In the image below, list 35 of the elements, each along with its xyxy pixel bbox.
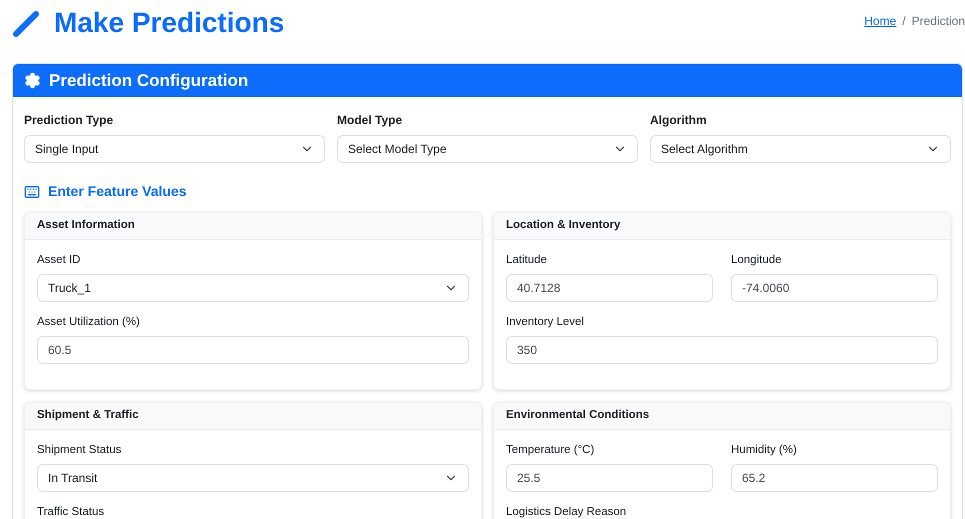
home-link[interactable]: Home bbox=[864, 12, 896, 30]
card-title: Location & Inventory bbox=[506, 218, 620, 234]
page-title: Make Predictions bbox=[54, 6, 284, 40]
input-field[interactable]: 65.2 bbox=[731, 464, 938, 492]
dropdown[interactable]: Select Algorithm bbox=[650, 135, 951, 163]
field-label: Longitude bbox=[731, 253, 783, 268]
field-label: Prediction Type bbox=[24, 112, 114, 129]
field-label: Shipment Status bbox=[37, 443, 122, 458]
field-label: Latitude bbox=[506, 253, 548, 268]
input-field[interactable]: 25.5 bbox=[506, 464, 713, 492]
field-label: Temperature (°C) bbox=[506, 443, 596, 458]
field-label: Model Type bbox=[337, 112, 404, 129]
input-field[interactable]: 350 bbox=[506, 336, 938, 364]
input-field[interactable]: -74.0060 bbox=[731, 274, 938, 302]
field-label: Algorithm bbox=[650, 112, 708, 129]
dropdown[interactable]: In Transit bbox=[37, 464, 469, 492]
input-field[interactable]: 60.5 bbox=[37, 336, 469, 364]
field-label: Inventory Level bbox=[506, 315, 585, 330]
breadcrumb-current: Prediction bbox=[912, 13, 965, 30]
field-label: Asset ID bbox=[37, 253, 82, 268]
field-label: Traffic Status bbox=[37, 505, 106, 519]
section-title: Enter Feature Values bbox=[48, 182, 187, 201]
keyboard-icon bbox=[24, 184, 40, 200]
card-title: Asset Information bbox=[37, 218, 135, 234]
breadcrumb-separator: / bbox=[902, 13, 906, 30]
dropdown[interactable]: Single Input bbox=[24, 135, 325, 163]
dropdown[interactable]: Select Model Type bbox=[337, 135, 638, 163]
card-title: Shipment & Traffic bbox=[37, 408, 139, 424]
input-field[interactable]: 40.7128 bbox=[506, 274, 713, 302]
field-label: Asset Utilization (%) bbox=[37, 315, 141, 330]
dropdown[interactable]: Truck_1 bbox=[37, 274, 469, 302]
card-title: Environmental Conditions bbox=[506, 408, 650, 424]
field-label: Logistics Delay Reason bbox=[506, 505, 628, 519]
panel-title: Prediction Configuration bbox=[49, 70, 248, 92]
field-label: Humidity (%) bbox=[731, 443, 798, 458]
